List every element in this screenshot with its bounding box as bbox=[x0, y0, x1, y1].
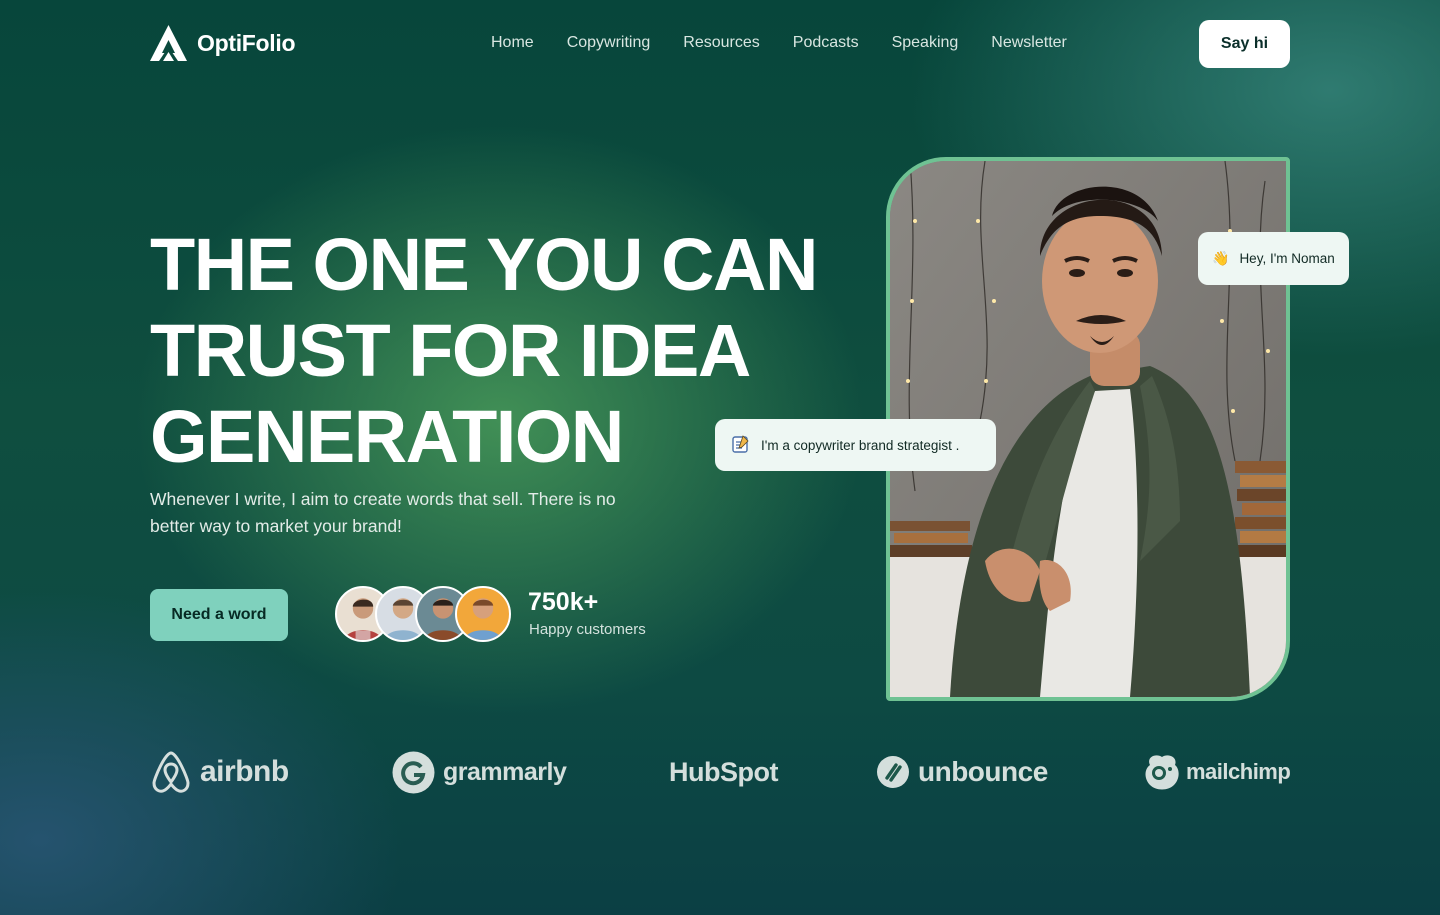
say-hi-button[interactable]: Say hi bbox=[1199, 20, 1290, 68]
waving-hand-icon: 👋 bbox=[1212, 250, 1230, 266]
nav-copywriting[interactable]: Copywriting bbox=[567, 34, 651, 52]
customer-count: 750k+ bbox=[528, 588, 599, 616]
brand-name: OptiFolio bbox=[197, 29, 296, 56]
brand-hubspot-text: HubSpot bbox=[669, 756, 778, 787]
avatar bbox=[455, 586, 511, 642]
logo[interactable]: OptiFolio bbox=[150, 25, 296, 61]
role-text: I'm a copywriter brand strategist . bbox=[761, 437, 960, 453]
brand-logos: airbnb grammarly HubSpot unbounce mailch… bbox=[150, 745, 1291, 799]
notepad-icon bbox=[731, 434, 751, 457]
nav-newsletter[interactable]: Newsletter bbox=[991, 34, 1067, 52]
brand-airbnb: airbnb bbox=[150, 745, 289, 799]
airbnb-icon bbox=[152, 751, 190, 793]
brand-grammarly-text: grammarly bbox=[443, 757, 567, 786]
headline-line-1: THE ONE YOU CAN bbox=[150, 223, 818, 306]
greeting-bubble: 👋 Hey, I'm Noman bbox=[1198, 232, 1349, 285]
customer-avatars bbox=[335, 586, 513, 643]
main-nav: Home Copywriting Resources Podcasts Spea… bbox=[491, 34, 1067, 52]
brand-unbounce-text: unbounce bbox=[918, 756, 1048, 787]
headline-line-2: TRUST FOR IDEA bbox=[150, 309, 751, 392]
brand-hubspot: HubSpot bbox=[669, 745, 778, 799]
nav-podcasts[interactable]: Podcasts bbox=[793, 34, 859, 52]
brand-airbnb-text: airbnb bbox=[200, 755, 289, 788]
brand-grammarly: grammarly bbox=[392, 745, 567, 799]
nav-home[interactable]: Home bbox=[491, 34, 534, 52]
mailchimp-icon bbox=[1145, 755, 1179, 790]
logo-mark-icon bbox=[150, 25, 187, 61]
need-a-word-button[interactable]: Need a word bbox=[150, 589, 288, 641]
brand-mailchimp-text: mailchimp bbox=[1186, 759, 1291, 784]
unbounce-icon bbox=[877, 756, 909, 788]
brand-unbounce: unbounce bbox=[876, 745, 1048, 799]
brand-mailchimp: mailchimp bbox=[1142, 745, 1291, 799]
nav-resources[interactable]: Resources bbox=[683, 34, 759, 52]
customer-count-label: Happy customers bbox=[529, 621, 646, 638]
greeting-text: Hey, I'm Noman bbox=[1239, 251, 1335, 266]
nav-speaking[interactable]: Speaking bbox=[892, 34, 959, 52]
grammarly-icon bbox=[392, 751, 435, 793]
role-bubble: I'm a copywriter brand strategist . bbox=[715, 419, 996, 471]
hero-subtitle: Whenever I write, I aim to create words … bbox=[150, 489, 616, 536]
